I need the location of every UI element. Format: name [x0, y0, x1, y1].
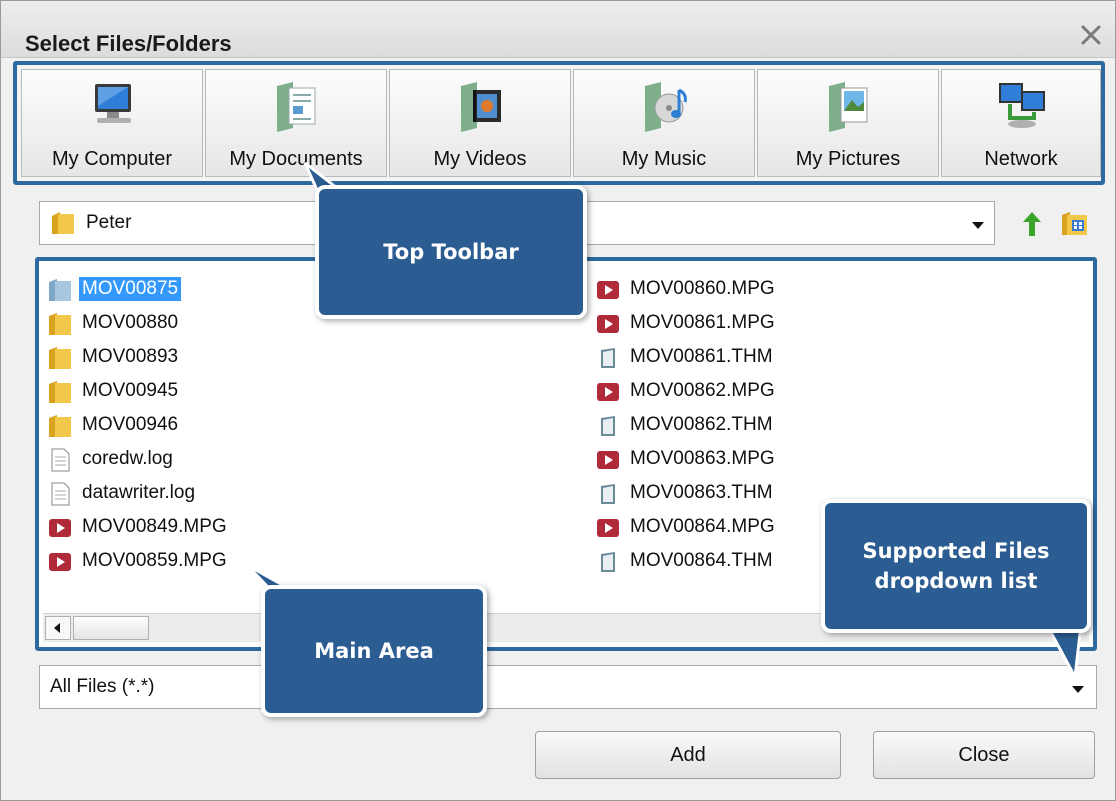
file-name: MOV00861.THM: [630, 346, 773, 367]
close-button[interactable]: Close: [873, 731, 1095, 779]
file-name: MOV00893: [82, 346, 179, 367]
file-name: MOV00861.MPG: [630, 312, 775, 333]
file-name: MOV00860.MPG: [630, 278, 775, 299]
callout-main-area: Main Area: [261, 585, 487, 717]
toolbar-label: My Music: [621, 148, 707, 170]
list-item[interactable]: MOV00893: [47, 343, 467, 373]
toolbar-label: My Computer: [51, 148, 173, 170]
chevron-down-icon[interactable]: [972, 222, 984, 229]
file-name: MOV00863.THM: [630, 482, 773, 503]
thumbnail-file-icon: [601, 484, 615, 504]
computer-icon: [95, 84, 131, 123]
file-name: MOV00945: [82, 380, 179, 401]
file-name: datawriter.log: [82, 482, 196, 503]
file-name: MOV00946: [82, 414, 179, 435]
title-bar[interactable]: Select Files/Folders: [1, 1, 1115, 58]
video-file-icon: [597, 451, 619, 469]
video-file-icon: [49, 553, 71, 571]
file-name: MOV00864.THM: [630, 550, 773, 571]
folder-icon: [49, 415, 71, 437]
thumbnail-file-icon: [601, 348, 615, 368]
video-file-icon: [49, 519, 71, 537]
filter-value: All Files (*.*): [50, 676, 155, 697]
text-file-icon: [51, 448, 70, 472]
text-file-icon: [51, 482, 70, 506]
callout-supported-files: Supported Files dropdown list: [821, 499, 1091, 633]
list-item[interactable]: MOV00862.THM: [595, 411, 1015, 441]
view-mode-icon[interactable]: [1059, 209, 1089, 239]
list-item[interactable]: MOV00860.MPG: [595, 275, 1015, 305]
folder-icon: [49, 313, 71, 335]
list-item[interactable]: MOV00945: [47, 377, 467, 407]
file-type-filter-dropdown[interactable]: All Files (*.*): [39, 665, 1097, 709]
file-name: MOV00880: [82, 312, 179, 333]
file-name: coredw.log: [82, 448, 173, 469]
scroll-left-button[interactable]: [45, 616, 71, 640]
folder-icon: [49, 381, 71, 403]
close-icon[interactable]: [1077, 21, 1105, 49]
callout-text: Supported Files dropdown list: [862, 539, 1050, 593]
folder-up-icon[interactable]: [1017, 209, 1047, 239]
file-name: MOV00859.MPG: [82, 550, 227, 571]
select-files-dialog: Select Files/Folders My Computer My Docu…: [0, 0, 1116, 801]
chevron-down-icon[interactable]: [1072, 686, 1084, 693]
chevron-left-icon: [54, 623, 60, 633]
music-icon: [645, 82, 687, 132]
toolbar-my-videos-button[interactable]: My Videos: [389, 69, 571, 177]
list-item[interactable]: coredw.log: [47, 445, 467, 475]
thumbnail-file-icon: [601, 416, 615, 436]
network-icon: [999, 83, 1045, 128]
list-item[interactable]: MOV00946: [47, 411, 467, 441]
folder-icon: [52, 212, 74, 234]
toolbar-my-pictures-button[interactable]: My Pictures: [757, 69, 939, 177]
video-file-icon: [597, 519, 619, 537]
list-item[interactable]: MOV00863.MPG: [595, 445, 1015, 475]
list-item[interactable]: MOV00849.MPG: [47, 513, 467, 543]
documents-icon: [277, 82, 316, 132]
list-item[interactable]: MOV00861.THM: [595, 343, 1015, 373]
video-file-icon: [597, 315, 619, 333]
file-name: MOV00849.MPG: [82, 516, 227, 537]
file-name: MOV00875: [79, 277, 182, 301]
current-folder-name: Peter: [86, 212, 132, 233]
toolbar-my-computer-button[interactable]: My Computer: [21, 69, 203, 177]
top-toolbar: My Computer My Documents My Videos My Mu…: [13, 61, 1105, 185]
video-file-icon: [597, 281, 619, 299]
thumbnail-file-icon: [601, 552, 615, 572]
file-name: MOV00863.MPG: [630, 448, 775, 469]
file-name: MOV00864.MPG: [630, 516, 775, 537]
folder-icon: [49, 279, 71, 301]
callout-top-toolbar: Top Toolbar: [315, 185, 587, 319]
toolbar-my-music-button[interactable]: My Music: [573, 69, 755, 177]
pictures-icon: [829, 82, 868, 132]
dialog-title: Select Files/Folders: [25, 31, 232, 56]
file-name: MOV00862.MPG: [630, 380, 775, 401]
toolbar-label: Network: [984, 148, 1058, 170]
list-item[interactable]: MOV00861.MPG: [595, 309, 1015, 339]
toolbar-label: My Pictures: [795, 148, 901, 170]
callout-text: Top Toolbar: [383, 240, 519, 264]
scroll-thumb[interactable]: [73, 616, 149, 640]
file-name: MOV00862.THM: [630, 414, 773, 435]
folder-icon: [49, 347, 71, 369]
list-item[interactable]: datawriter.log: [47, 479, 467, 509]
video-file-icon: [597, 383, 619, 401]
toolbar-label: My Videos: [433, 148, 527, 170]
callout-text: Main Area: [314, 639, 434, 663]
list-item[interactable]: MOV00862.MPG: [595, 377, 1015, 407]
add-button[interactable]: Add: [535, 731, 841, 779]
toolbar-network-button[interactable]: Network: [941, 69, 1101, 177]
videos-icon: [461, 82, 501, 132]
